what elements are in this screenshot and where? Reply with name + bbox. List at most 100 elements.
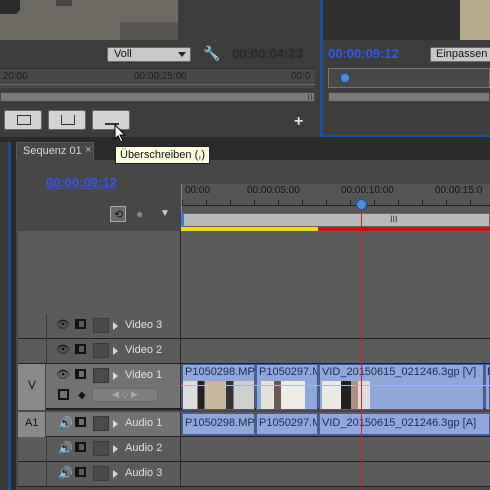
video-clip[interactable]: VID_20150615_021246.3gp [V] (319, 364, 484, 410)
collapse-icon[interactable] (113, 372, 118, 380)
snap-icon[interactable]: ⟲ (110, 206, 126, 222)
ruler-label: 00:00 (185, 185, 211, 196)
audio-clip[interactable]: P1050297.M (256, 413, 318, 435)
add-icon[interactable]: + (294, 113, 303, 131)
video-clip[interactable]: P1050298.MP4 (182, 364, 255, 410)
keyframe-icon[interactable]: ◆ (78, 390, 86, 401)
lock-toggle[interactable] (93, 318, 109, 333)
source-ruler-label: :20:00 (0, 71, 28, 82)
timeline-ruler[interactable]: 00:00 00:00:05:00 00:00:10:00 00:00:15:0 (181, 184, 490, 214)
display-style-icon[interactable] (58, 389, 69, 400)
film-icon[interactable] (75, 344, 86, 354)
expand-icon[interactable] (113, 420, 118, 428)
track-lane[interactable]: P1050298.MP4 P1050297.M VID_20150615_021… (181, 412, 490, 436)
film-icon[interactable] (75, 319, 86, 329)
video-target[interactable]: V (28, 378, 36, 392)
program-fit-select[interactable]: Einpassen (430, 47, 490, 62)
program-video-preview (323, 0, 490, 40)
source-video-preview (0, 0, 178, 40)
speaker-icon[interactable]: 🔊 (58, 441, 73, 455)
set-marker-icon[interactable]: ▼ (160, 208, 170, 219)
track-name: Video 3 (125, 319, 163, 331)
source-zoom-value: Voll (114, 48, 132, 60)
source-ruler-label: 00:0 (291, 71, 311, 82)
source-zoom-select[interactable]: Voll (107, 47, 191, 62)
eye-icon[interactable]: 👁 (56, 318, 70, 331)
track-video-3: 👁 Video 3 (18, 314, 490, 339)
program-ruler[interactable] (328, 68, 490, 88)
track-lane[interactable] (181, 314, 490, 338)
expand-icon[interactable] (113, 322, 118, 330)
playhead-marker[interactable] (356, 199, 367, 210)
clip-name: P1050298.MP4 (185, 417, 255, 429)
ruler-label: 00:00:15:0 (435, 185, 483, 196)
track-lane[interactable] (181, 437, 490, 461)
program-timecode[interactable]: 00:00:09:12 (328, 46, 399, 61)
speaker-icon[interactable]: 🔊 (58, 466, 73, 480)
track-name: Audio 1 (125, 417, 163, 429)
film-icon[interactable] (75, 442, 86, 452)
mouse-cursor-icon (114, 124, 127, 143)
audio-target[interactable]: A1 (25, 417, 38, 429)
source-scrollbar[interactable] (0, 92, 315, 102)
tab-label: Sequenz 01 (23, 145, 82, 157)
lock-toggle[interactable] (93, 416, 109, 431)
eye-icon[interactable]: 👁 (56, 343, 70, 356)
source-timecode[interactable]: 00:00:04:23 (232, 46, 303, 61)
program-fit-value: Einpassen (436, 48, 488, 60)
speaker-icon[interactable]: 🔊 (58, 416, 73, 430)
track-lane[interactable] (181, 339, 490, 363)
tooltip-text: Überschreiben (,) (120, 149, 205, 161)
track-name: Video 2 (125, 344, 163, 356)
work-area-marker: III (390, 214, 398, 224)
expand-icon[interactable] (113, 470, 118, 478)
video-clip[interactable]: P1050297.M (256, 364, 318, 410)
lock-toggle[interactable] (93, 343, 109, 358)
playhead-marker[interactable] (340, 73, 350, 83)
clip-name: P1050298.MP4 (185, 366, 255, 378)
tab-sequenz-01[interactable]: Sequenz 01 × (16, 142, 94, 160)
expand-icon[interactable] (113, 347, 118, 355)
lift-button[interactable] (48, 110, 86, 130)
track-video-2: 👁 Video 2 (18, 339, 490, 364)
ruler-label: 00:00:10:00 (341, 185, 394, 196)
track-audio-2: 🔊 Audio 2 (18, 437, 490, 462)
source-ruler-label: 00:00:25:00 (134, 71, 187, 82)
insert-icon (17, 115, 31, 125)
sequence-timecode[interactable]: 00:00:09:12 (46, 175, 117, 190)
video-clip[interactable]: D (485, 364, 490, 410)
clip-name: VID_20150615_021246.3gp [V] (322, 366, 477, 378)
track-lane[interactable] (181, 462, 490, 486)
expand-icon[interactable] (113, 445, 118, 453)
film-icon[interactable] (75, 417, 86, 427)
marker-icon[interactable]: ● (136, 207, 143, 221)
tooltip: Überschreiben (,) (115, 146, 210, 164)
ruler-label: 00:00:05:00 (247, 185, 300, 196)
insert-button[interactable] (4, 110, 42, 130)
lock-toggle[interactable] (93, 368, 109, 383)
track-audio-3: 🔊 Audio 3 (18, 462, 490, 487)
program-scrollbar[interactable] (328, 92, 490, 102)
work-area-bar[interactable]: III (181, 213, 490, 227)
film-icon[interactable] (75, 369, 86, 379)
track-video-1: V 👁 Video 1 ◆ ◀ ◇ ▶ P1050298.MP4 P105029… (18, 364, 490, 410)
close-icon[interactable]: × (85, 144, 91, 156)
keyframe-nav[interactable]: ◀ ◇ ▶ (92, 388, 158, 402)
track-audio-1: A1 🔊 Audio 1 P1050298.MP4 P1050297.M VID… (18, 412, 490, 437)
wrench-icon[interactable]: 🔧 (203, 45, 220, 62)
source-ruler[interactable]: :20:00 00:00:25:00 00:0 (0, 68, 315, 88)
track-name: Audio 2 (125, 442, 163, 454)
lift-icon (61, 115, 75, 125)
lock-toggle[interactable] (93, 466, 109, 481)
track-name: Video 1 (125, 369, 163, 381)
audio-clip[interactable]: VID_20150615_021246.3gp [A] (319, 413, 490, 435)
clip-name: P1050297.M (259, 417, 317, 429)
playhead-line[interactable] (361, 200, 362, 490)
lock-toggle[interactable] (93, 441, 109, 456)
eye-icon[interactable]: 👁 (56, 368, 70, 381)
source-monitor-panel: Voll 🔧 00:00:04:23 :20:00 00:00:25:00 00… (0, 0, 320, 137)
audio-clip[interactable]: P1050298.MP4 (182, 413, 255, 435)
film-icon[interactable] (75, 467, 86, 477)
clip-name: P1050297.M (259, 366, 317, 378)
track-lane[interactable]: P1050298.MP4 P1050297.M VID_20150615_021… (181, 364, 490, 410)
